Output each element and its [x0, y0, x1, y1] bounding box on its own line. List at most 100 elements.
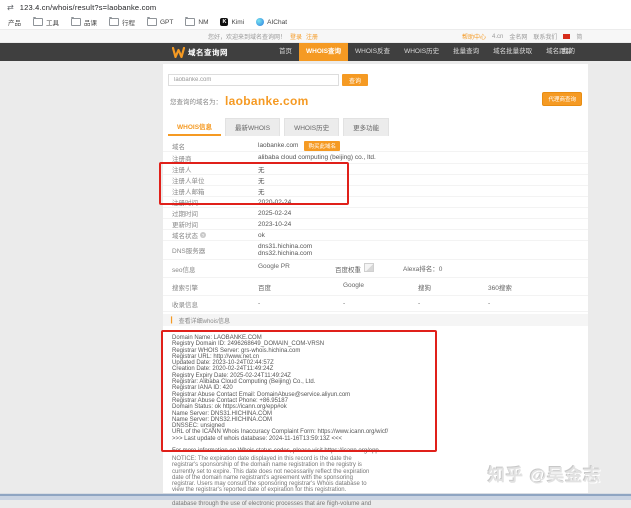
site-topbar: 您好，欢迎来到域名查询网！ 登录 注册 帮助中心 4.cn 金名网 联系我们 简: [0, 30, 631, 43]
row-label: 域名: [172, 141, 258, 151]
tab-more[interactable]: 更多功能: [343, 118, 389, 136]
help-link[interactable]: 帮助中心: [462, 32, 486, 41]
brand-logo[interactable]: 域名查询网: [172, 47, 228, 58]
lang-toggle[interactable]: 简: [576, 32, 582, 41]
row-value: 无: [258, 164, 265, 174]
row-label: 注册时间: [172, 197, 258, 207]
url-swap-icon[interactable]: ⇄: [7, 3, 14, 12]
row-label: 注册人单位: [172, 175, 258, 185]
bookmark-label: NM: [198, 19, 208, 26]
bookmark-item-aichat[interactable]: AIChat: [256, 18, 287, 26]
register-link[interactable]: 注册: [306, 32, 318, 41]
row-value: ok: [258, 232, 265, 239]
url-text[interactable]: 123.4.cn/whois/result?s=laobanke.com: [20, 3, 157, 12]
agent-query-button[interactable]: 代理商查询: [542, 92, 582, 106]
row-label: seo信息: [172, 264, 258, 274]
folder-icon: [109, 18, 119, 26]
bookmark-item-product[interactable]: 产品: [8, 17, 21, 27]
tab-latest-whois[interactable]: 最新WHOIS: [225, 118, 280, 136]
browser-address-bar[interactable]: ⇄ 123.4.cn/whois/result?s=laobanke.com: [0, 0, 631, 15]
bookmark-item-kimi[interactable]: K Kimi: [220, 18, 244, 26]
whois-info-table: 域名 laobanke.com 购买此域名 注册商 alibaba cloud …: [163, 140, 588, 312]
bookmark-folder-tools[interactable]: 工具: [33, 17, 59, 27]
nav-item-home[interactable]: 首页: [272, 43, 299, 61]
nav-item-whois-query[interactable]: WHOIS查询: [299, 43, 348, 61]
row-label: 注册人: [172, 164, 258, 174]
content-card: 查询 您查询的域名为： laobanke.com 代理商查询 WHOIS信息 最…: [163, 64, 588, 500]
nav-item-batch-query[interactable]: 批量查询: [446, 43, 486, 61]
row-label: 更新时间: [172, 219, 258, 229]
buy-domain-badge[interactable]: 购买此域名: [304, 141, 340, 151]
nav-item-whois-history[interactable]: WHOIS历史: [397, 43, 446, 61]
tab-whois-history[interactable]: WHOIS历史: [284, 118, 339, 136]
help-icon[interactable]: ?: [200, 232, 206, 238]
table-row-expires: 过期时间 2025-02-24: [163, 208, 588, 219]
bookmark-label: 行程: [122, 17, 135, 27]
bookmark-label: Kimi: [231, 19, 244, 26]
engine-sogou[interactable]: 搜狗: [418, 282, 488, 292]
note-text: 查看详细whois信息: [179, 316, 230, 325]
row-value: 无: [258, 175, 265, 185]
goldenname-link[interactable]: 金名网: [509, 32, 527, 41]
bookmark-folder-gpt[interactable]: GPT: [147, 18, 173, 26]
engine-360[interactable]: 360搜索: [488, 282, 512, 292]
row-label: DNS服务器: [172, 245, 258, 255]
row-value: laobanke.com: [258, 142, 298, 149]
folder-icon: [33, 18, 43, 26]
tab-whois-info[interactable]: WHOIS信息: [168, 118, 221, 136]
search-section: 查询: [168, 74, 368, 86]
bookmark-folder-trip[interactable]: 行程: [109, 17, 135, 27]
more-info-line: For more information on Whois status cod…: [172, 448, 472, 454]
bookmark-folder-pinke[interactable]: 品课: [71, 17, 97, 27]
engine-google[interactable]: Google: [343, 282, 418, 292]
table-row-registrant-email: 注册人邮箱 无: [163, 186, 588, 197]
bookmark-label: 工具: [46, 17, 59, 27]
index-baidu: -: [258, 300, 343, 307]
nav-item-my[interactable]: 我的: [556, 43, 581, 61]
row-value: 2023-10-24: [258, 221, 291, 228]
aichat-icon: [256, 18, 264, 26]
brand-name: 域名查询网: [188, 47, 228, 58]
folder-icon: [147, 18, 157, 26]
note-accent-icon: ▎: [171, 317, 176, 324]
row-value: alibaba cloud computing (beijing) co., l…: [258, 154, 376, 161]
seo-alexa-rank: Alexa排名：0: [403, 263, 442, 274]
table-row-status: 域名状态 ? ok: [163, 230, 588, 241]
bottom-edge-strip: [0, 493, 631, 500]
login-link[interactable]: 登录: [290, 32, 302, 41]
result-domain: laobanke.com: [225, 94, 309, 108]
bookmark-label: 品课: [84, 17, 97, 27]
whois-detail-note[interactable]: ▎ 查看详细whois信息: [163, 314, 588, 326]
table-row-registrant-org: 注册人单位 无: [163, 175, 588, 186]
table-row-registrar: 注册商 alibaba cloud computing (beijing) co…: [163, 152, 588, 164]
seo-google-pr: Google PR: [258, 263, 335, 274]
result-line: 您查询的域名为： laobanke.com 代理商查询: [170, 94, 582, 108]
row-value: 无: [258, 186, 265, 196]
table-row-domain: 域名 laobanke.com 购买此域名: [163, 140, 588, 152]
folder-icon: [185, 18, 195, 26]
result-label: 您查询的域名为：: [170, 96, 222, 106]
row-value: 2020-02-24: [258, 199, 291, 206]
nav-item-reverse-whois[interactable]: WHOIS反查: [348, 43, 397, 61]
table-row-created: 注册时间 2020-02-24: [163, 197, 588, 208]
bookmark-folder-nm[interactable]: NM: [185, 18, 208, 26]
row-label: 过期时间: [172, 208, 258, 218]
index-sogou: -: [418, 300, 488, 307]
engine-baidu[interactable]: 百度: [258, 282, 343, 292]
contact-link[interactable]: 联系我们: [533, 32, 557, 41]
table-row-registrant: 注册人 无: [163, 164, 588, 175]
search-button[interactable]: 查询: [342, 74, 368, 86]
table-row-search-engines: 搜索引擎 百度 Google 搜狗 360搜索: [163, 278, 588, 296]
logo-w-icon: [172, 47, 185, 58]
4cn-link[interactable]: 4.cn: [492, 34, 503, 40]
table-row-seo: seo信息 Google PR 百度权重 Alexa排名：0: [163, 260, 588, 278]
domain-search-input[interactable]: [168, 74, 339, 86]
nav-item-batch-fetch[interactable]: 域名批量获取: [486, 43, 539, 61]
result-tabs: WHOIS信息 最新WHOIS WHOIS历史 更多功能: [168, 118, 389, 136]
main-nav: 域名查询网 首页 WHOIS查询 WHOIS反查 WHOIS历史 批量查询 域名…: [0, 43, 631, 61]
raw-whois-block: Domain Name: LAOBANKE.COM Registry Domai…: [172, 335, 472, 442]
row-label: 注册人邮箱: [172, 186, 258, 196]
cn-flag-icon: [563, 34, 570, 39]
bookmark-label: AIChat: [267, 19, 287, 26]
index-google: -: [343, 300, 418, 307]
